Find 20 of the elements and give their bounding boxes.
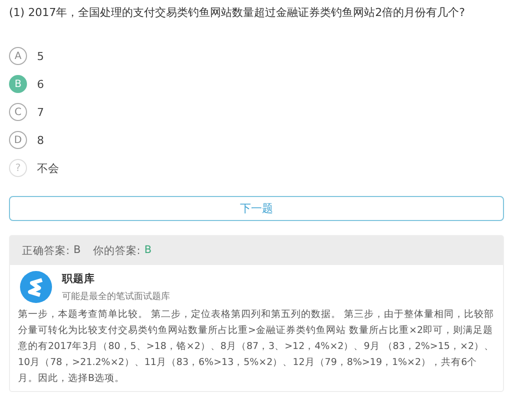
correct-answer-label: 正确答案:	[22, 244, 70, 258]
option-text: 6	[37, 78, 44, 90]
option-letter[interactable]: A	[9, 47, 27, 65]
option-letter[interactable]: B	[9, 75, 27, 93]
option-letter[interactable]: ?	[9, 159, 27, 177]
option-letter[interactable]: C	[9, 103, 27, 121]
option-text: 7	[37, 106, 44, 118]
logo-icon	[20, 271, 52, 303]
option-letter[interactable]: D	[9, 131, 27, 149]
source-tagline: 可能是最全的笔试面试题库	[62, 290, 170, 302]
source-name: 职题库	[62, 272, 96, 286]
option-text: 8	[37, 134, 44, 146]
question-text: (1) 2017年，全国处理的支付交易类钓鱼网站数量超过金融证券类钓鱼网站2倍的月份有几个?	[9, 6, 466, 20]
your-answer-value: B	[144, 244, 152, 258]
your-answer-label: 你的答案:	[92, 244, 140, 258]
option-text: 5	[37, 50, 44, 62]
explanation-text: 第一步，本题考查简单比较。 第二步，定位表格第四列和第五列的数据。 第三步，由于整体量相同，比较部分量可转化为比较支付交易类钓鱼网站数量所占比重>金融证券类钓鱼网站 数量所占比重×2即可，则满足题意的有2017年3月（80，5、>18，铬×2）、8月（87，3、>12，4%×2）、9月 （83，2%>15，×2）、10月（78，>21.2%×2）、11月（83，6%>13，5%×2）、12月（79，8%>19，1%×2），共有6个月。因此，选择B选项。	[18, 308, 495, 386]
next-question-button[interactable]: 下一题	[9, 196, 504, 221]
correct-answer-value: B	[74, 244, 81, 258]
option-text: 不会	[37, 160, 59, 176]
